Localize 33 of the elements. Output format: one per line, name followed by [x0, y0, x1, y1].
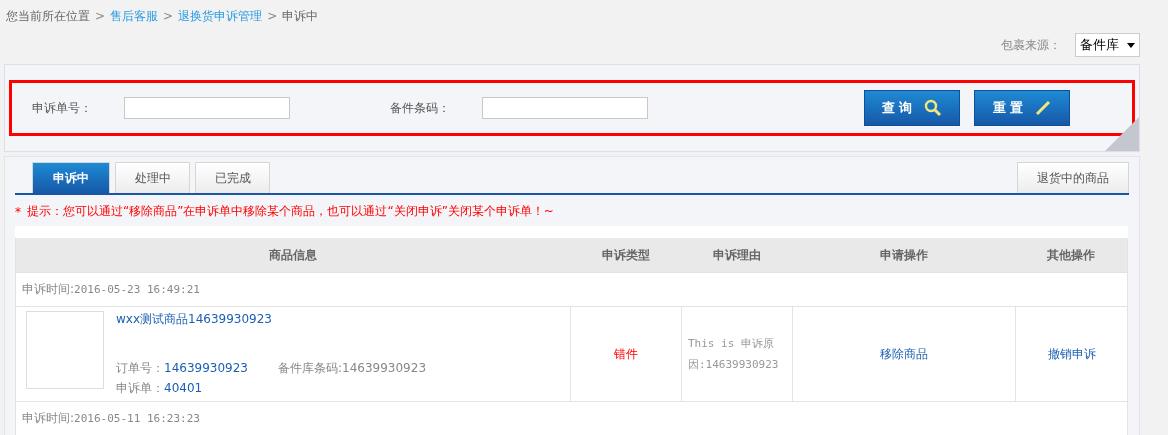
corner-fold-icon	[1105, 117, 1139, 151]
breadcrumb-separator: >	[163, 9, 174, 23]
appeal-type: 错件	[614, 346, 638, 361]
reset-button[interactable]: 重 置	[974, 90, 1070, 126]
breadcrumb-separator: >	[95, 9, 106, 23]
breadcrumb-separator: >	[267, 9, 278, 23]
breadcrumb-current: 申诉中	[282, 7, 319, 25]
required-mark: *	[15, 204, 21, 219]
dropdown-caret-icon	[1127, 42, 1135, 48]
input-field[interactable]	[482, 97, 648, 119]
search-icon	[924, 99, 943, 117]
field-label: 备件条码：	[390, 99, 451, 117]
tab[interactable]: 处理中	[115, 162, 190, 193]
field-label: 申诉单号：	[32, 99, 93, 117]
source-dropdown[interactable]: 备件库	[1075, 33, 1140, 57]
source-label: 包裹来源：	[1001, 36, 1061, 54]
appeal-number: 申诉单：40401	[116, 380, 204, 397]
remove-link[interactable]: 移除商品	[880, 346, 928, 361]
cancel-link[interactable]: 撤销申诉	[1047, 346, 1096, 361]
hint-text: 提示：您可以通过“移除商品”在申诉单中移除某个商品，也可以通过“关闭申诉”关闭某个申诉单！~	[27, 203, 554, 220]
appeal-time: 申诉时间:2016-05-11 16:23:23	[22, 412, 200, 425]
search-button[interactable]: 查 询	[864, 90, 960, 126]
barcode-text: 备件库条码:14639930923	[278, 360, 426, 377]
tab[interactable]: 已完成	[195, 162, 270, 193]
input-field[interactable]	[124, 97, 290, 119]
appeal-reason: This is 申诉原因:14639930923	[687, 336, 780, 373]
pencil-icon	[1035, 100, 1052, 116]
tab[interactable]: 退货中的商品	[1017, 162, 1129, 193]
order-number: 订单号：14639930923	[116, 360, 248, 377]
appeal-time: 申诉时间:2016-05-23 16:49:21	[22, 283, 200, 296]
tab[interactable]: 申诉中	[32, 162, 110, 193]
product-link[interactable]: wxx测试商品14639930923	[116, 311, 426, 328]
breadcrumb-prefix: 您当前所在位置	[6, 7, 90, 25]
